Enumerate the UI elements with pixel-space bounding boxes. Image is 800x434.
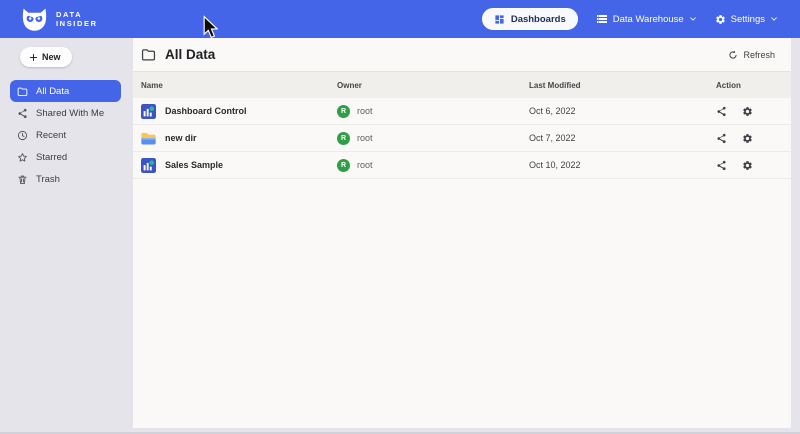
refresh-label: Refresh	[743, 50, 775, 60]
new-button-label: New	[42, 52, 61, 62]
table-body: Dashboard Control R root Oct 6, 2022 new…	[133, 98, 791, 179]
sidebar-item-trash[interactable]: Trash	[10, 168, 121, 190]
database-icon	[596, 13, 608, 25]
file-name: new dir	[165, 133, 197, 143]
table-row[interactable]: Sales Sample R root Oct 10, 2022	[133, 152, 791, 179]
chevron-down-icon	[770, 15, 778, 23]
table-header: Name Owner Last Modified Action	[133, 72, 791, 98]
star-icon	[17, 152, 28, 163]
brand-text: DATA INSIDER	[56, 10, 98, 29]
dashboard-file-icon	[141, 104, 156, 118]
dashboards-label: Dashboards	[511, 14, 566, 25]
content-panel: All Data Refresh Name Owner Last Modifie…	[133, 38, 791, 428]
gear-icon[interactable]	[742, 106, 753, 117]
trash-icon	[17, 174, 28, 185]
settings-label: Settings	[731, 14, 765, 25]
sidebar-item-label: Shared With Me	[36, 108, 104, 119]
table-row[interactable]: Dashboard Control R root Oct 6, 2022	[133, 98, 791, 125]
column-header-action: Action	[711, 81, 783, 90]
owner-avatar: R	[337, 132, 350, 145]
page-title: All Data	[165, 47, 215, 62]
top-navbar: DATA INSIDER Dashboards Data W	[0, 0, 800, 38]
column-header-last-modified[interactable]: Last Modified	[529, 81, 711, 90]
navbar-menu: Dashboards Data Warehouse Settings	[482, 8, 778, 30]
sidebar-nav: All Data Shared With Me Recent Starred T…	[0, 80, 125, 190]
data-warehouse-menu[interactable]: Data Warehouse	[596, 13, 697, 25]
sidebar-item-label: Starred	[36, 152, 67, 163]
file-name: Sales Sample	[165, 160, 223, 170]
new-button[interactable]: New	[20, 47, 72, 67]
plus-icon	[29, 53, 38, 62]
brand[interactable]: DATA INSIDER	[22, 8, 98, 31]
sidebar-item-shared-with-me[interactable]: Shared With Me	[10, 102, 121, 124]
owner-avatar: R	[337, 159, 350, 172]
chevron-down-icon	[689, 15, 697, 23]
sidebar-item-label: Recent	[36, 130, 66, 141]
share-icon[interactable]	[716, 160, 727, 171]
owner-avatar: R	[337, 105, 350, 118]
table-row[interactable]: new dir R root Oct 7, 2022	[133, 125, 791, 152]
folder-file-icon	[141, 131, 156, 145]
last-modified-date: Oct 7, 2022	[529, 133, 711, 143]
owner-name: root	[357, 133, 373, 143]
sidebar-item-all-data[interactable]: All Data	[10, 80, 121, 102]
sidebar-item-label: Trash	[36, 174, 60, 185]
sidebar-item-label: All Data	[36, 86, 69, 97]
share-icon[interactable]	[716, 106, 727, 117]
last-modified-date: Oct 6, 2022	[529, 106, 711, 116]
app-window: DATA INSIDER Dashboards Data W	[0, 0, 800, 434]
folder-icon	[17, 86, 28, 97]
dashboards-button[interactable]: Dashboards	[482, 8, 578, 30]
column-header-owner[interactable]: Owner	[337, 81, 529, 90]
share-icon[interactable]	[716, 133, 727, 144]
sidebar-item-recent[interactable]: Recent	[10, 124, 121, 146]
gear-icon[interactable]	[742, 160, 753, 171]
last-modified-date: Oct 10, 2022	[529, 160, 711, 170]
content-header: All Data Refresh	[133, 38, 791, 72]
refresh-icon	[728, 50, 738, 60]
column-header-name[interactable]: Name	[141, 81, 337, 90]
brand-line2: INSIDER	[56, 19, 98, 28]
owl-logo-icon	[22, 8, 47, 31]
clock-icon	[17, 130, 28, 141]
data-warehouse-label: Data Warehouse	[613, 14, 684, 25]
dashboard-file-icon	[141, 158, 156, 172]
sidebar: New All Data Shared With Me Recent Sta	[0, 38, 125, 434]
brand-line1: DATA	[56, 10, 98, 19]
file-name: Dashboard Control	[165, 106, 247, 116]
share-icon	[17, 108, 28, 119]
dashboard-grid-icon	[494, 14, 505, 25]
settings-menu[interactable]: Settings	[715, 14, 778, 25]
gear-icon[interactable]	[742, 133, 753, 144]
refresh-button[interactable]: Refresh	[728, 50, 775, 60]
gear-icon	[715, 14, 726, 25]
owner-name: root	[357, 106, 373, 116]
owner-name: root	[357, 160, 373, 170]
folder-icon	[141, 47, 156, 62]
sidebar-item-starred[interactable]: Starred	[10, 146, 121, 168]
